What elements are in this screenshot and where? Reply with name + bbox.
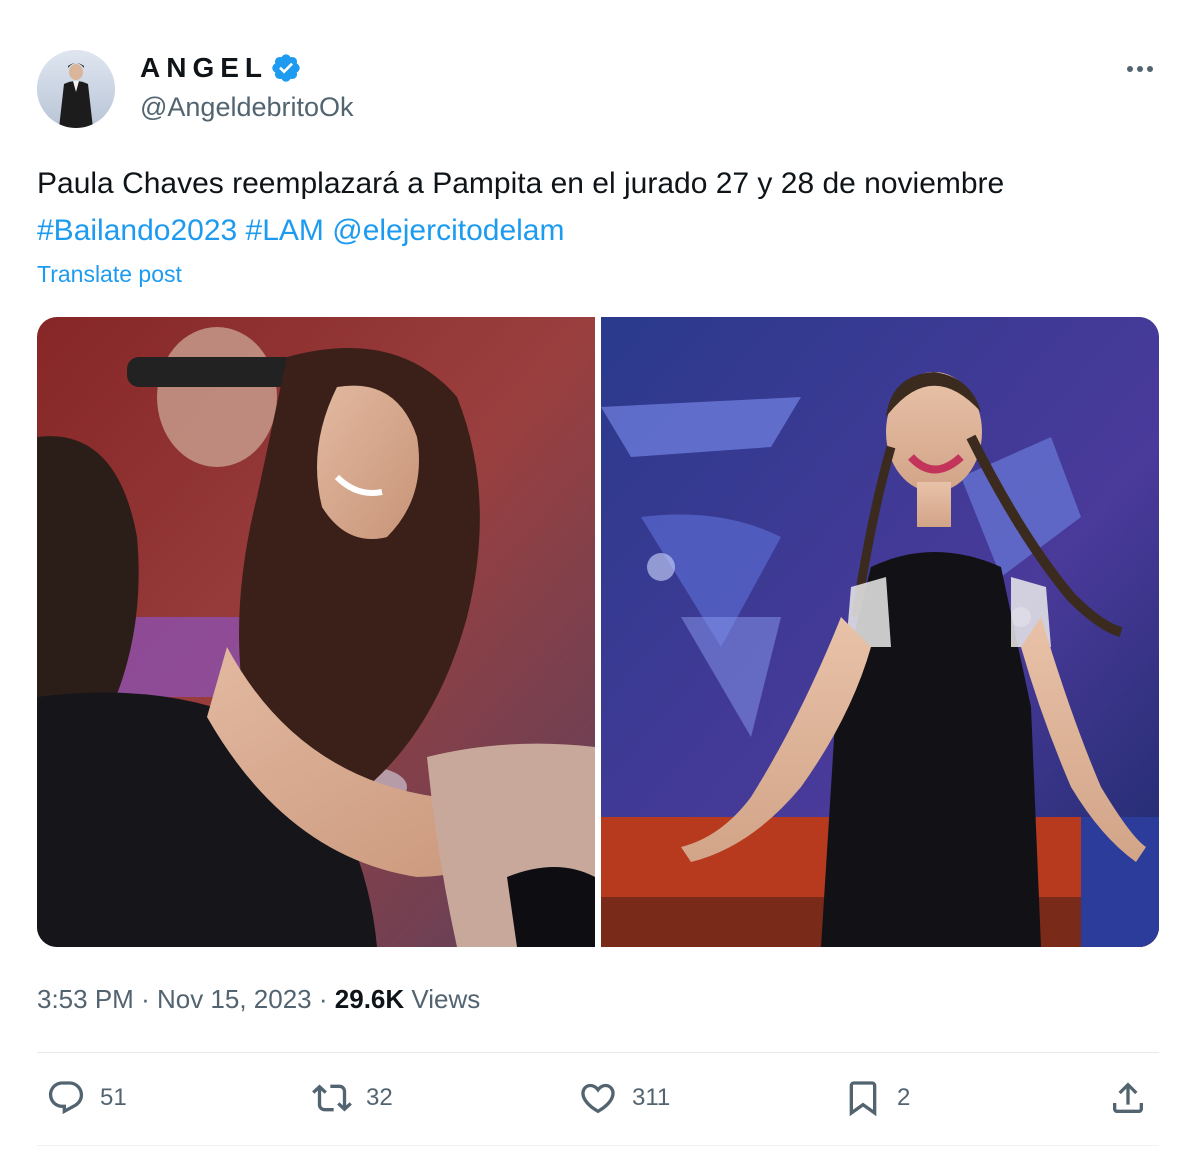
author-handle[interactable]: @AngeldebritoOk [140, 92, 354, 123]
display-name[interactable]: ANGEL [140, 52, 268, 84]
like-icon [581, 1083, 615, 1114]
views-count: 29.6K [334, 984, 405, 1014]
reply-count: 51 [100, 1084, 127, 1111]
more-options-icon [1127, 66, 1153, 72]
views-label: Views [411, 984, 481, 1014]
repost-button[interactable]: 32 [312, 1078, 393, 1118]
mention-link[interactable]: @elejercitodelam [332, 214, 564, 247]
post-meta: 3:53 PM · Nov 15, 2023 · 29.6K Views [37, 984, 480, 1015]
like-button[interactable]: 311 [578, 1078, 670, 1118]
post-date[interactable]: Nov 15, 2023 [157, 984, 312, 1014]
share-button[interactable] [1108, 1078, 1148, 1118]
photo-right-image [601, 317, 1159, 947]
reply-button[interactable]: 51 [46, 1078, 127, 1118]
divider [37, 1145, 1159, 1146]
post-time[interactable]: 3:53 PM [37, 984, 134, 1014]
photo-left[interactable] [37, 317, 595, 947]
post-text-main: Paula Chaves reemplazará a Pampita en el… [37, 167, 1005, 200]
meta-separator: · [318, 984, 328, 1014]
bookmark-icon [849, 1081, 877, 1117]
hashtag-link[interactable]: #Bailando2023 [37, 214, 237, 247]
like-count: 311 [632, 1084, 671, 1111]
post-tags-line: #Bailando2023 #LAM @elejercitodelam [37, 207, 1167, 254]
translate-post-link[interactable]: Translate post [37, 261, 182, 288]
meta-separator: · [141, 984, 150, 1014]
author-name-row: ANGEL [140, 52, 302, 84]
repost-icon [312, 1084, 352, 1112]
photo-left-image [37, 317, 595, 947]
more-options-button[interactable] [1120, 52, 1160, 84]
bookmark-button[interactable]: 2 [843, 1078, 910, 1118]
post-card: ANGEL @AngeldebritoOk Paula Chaves reemp… [0, 0, 1200, 1171]
post-media [37, 317, 1159, 947]
post-text: Paula Chaves reemplazará a Pampita en el… [37, 160, 1167, 254]
hashtag-link[interactable]: #LAM [246, 214, 324, 247]
divider [37, 1052, 1159, 1053]
repost-count: 32 [366, 1084, 393, 1111]
verified-badge-icon [272, 54, 300, 82]
reply-icon [48, 1081, 84, 1115]
photo-right[interactable] [601, 317, 1159, 947]
share-icon [1113, 1082, 1143, 1113]
avatar-image [37, 50, 115, 128]
avatar[interactable] [37, 50, 115, 128]
bookmark-count: 2 [897, 1084, 911, 1111]
